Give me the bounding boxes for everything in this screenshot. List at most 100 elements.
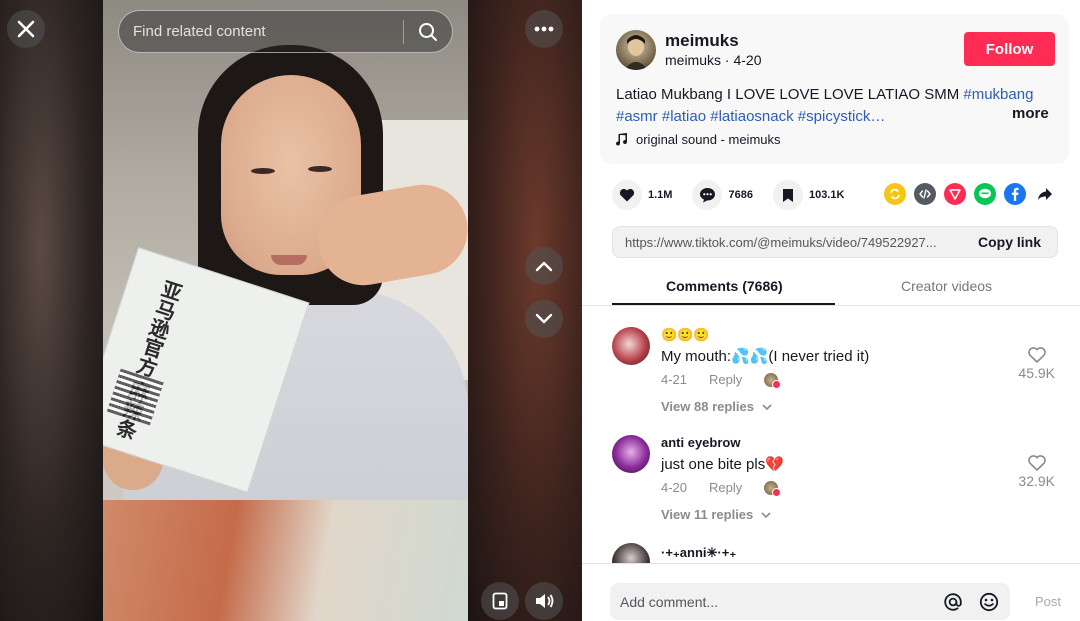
- follow-button[interactable]: Follow: [964, 32, 1055, 66]
- embed-icon[interactable]: [914, 183, 936, 205]
- view-replies-label: View 88 replies: [661, 399, 754, 414]
- search-input[interactable]: Find related content: [133, 23, 403, 40]
- save-button[interactable]: 103.1K: [772, 180, 845, 210]
- avatar-image: [624, 35, 648, 70]
- commenter-avatar[interactable]: [612, 543, 650, 563]
- music-note-icon: [616, 132, 628, 146]
- chevron-up-icon: [535, 261, 553, 272]
- like-count: 1.1M: [648, 189, 673, 201]
- previous-video-button[interactable]: [525, 247, 563, 285]
- facebook-icon[interactable]: [1004, 183, 1026, 205]
- hashtag-link[interactable]: #mukbang: [963, 86, 1033, 103]
- author-username[interactable]: meimuks: [665, 31, 739, 51]
- view-replies-label: View 11 replies: [661, 507, 754, 522]
- post-comment-button[interactable]: Post: [1035, 594, 1061, 609]
- commenter-name[interactable]: anti eyebrow: [661, 435, 740, 450]
- heart-outline-icon: [1027, 347, 1046, 363]
- like-button[interactable]: 1.1M: [612, 180, 672, 210]
- active-tab-indicator: [612, 303, 835, 305]
- video-url[interactable]: https://www.tiktok.com/@meimuks/video/74…: [613, 235, 962, 250]
- sound-link[interactable]: original sound - meimuks: [616, 132, 781, 147]
- heart-outline-icon: [1027, 455, 1046, 471]
- author-avatar[interactable]: [616, 30, 656, 70]
- tab-creator-videos[interactable]: Creator videos: [901, 278, 992, 294]
- at-sign-icon: [944, 592, 962, 611]
- engagement-actions: 1.1M 7686 103.1K: [612, 179, 864, 211]
- video-player[interactable]: 亚马逊官方 麻辣条 Find related content: [0, 0, 582, 621]
- author-handle[interactable]: meimuks: [665, 52, 721, 68]
- comment-meta: 4-21 Reply: [661, 372, 782, 389]
- heart-icon: [612, 180, 642, 210]
- floating-player-button[interactable]: [481, 582, 519, 620]
- comment-item: anti eyebrow just one bite pls💔 4-20 Rep…: [612, 435, 1067, 527]
- mention-button[interactable]: [938, 592, 968, 612]
- video-blur-background-left: [0, 0, 103, 621]
- close-button[interactable]: [7, 10, 45, 48]
- comment-date: 4-20: [661, 480, 688, 495]
- chevron-down-icon: [762, 404, 772, 411]
- reply-button[interactable]: Reply: [709, 372, 742, 387]
- comment-composer: Add comment... Post: [582, 563, 1080, 621]
- hashtag-link[interactable]: #latiao: [662, 108, 706, 125]
- comment-like-button[interactable]: 32.9K: [1018, 455, 1055, 489]
- mouth: [271, 255, 307, 265]
- comment-item: 🙂🙂🙂 My mouth:💦💦(I never tried it) 4-21 R…: [612, 327, 1067, 419]
- line-icon[interactable]: [974, 183, 996, 205]
- comment-input[interactable]: Add comment...: [620, 594, 938, 610]
- creator-liked-avatar: [764, 372, 782, 389]
- comment-input-box[interactable]: Add comment...: [610, 583, 1010, 620]
- video-details-panel: meimuks meimuks · 4-20 Follow Latiao Muk…: [582, 0, 1080, 621]
- search-button[interactable]: [404, 10, 452, 53]
- comment-meta: 4-20 Reply: [661, 480, 782, 497]
- copy-link-button[interactable]: Copy link: [962, 234, 1057, 250]
- comment-item: ·+₊anni✳·+₊: [612, 543, 1067, 563]
- post-date: 4-20: [733, 52, 762, 68]
- related-search-bar[interactable]: Find related content: [118, 10, 453, 53]
- author-subline: meimuks · 4-20: [665, 52, 762, 68]
- comment-date: 4-21: [661, 372, 688, 387]
- video-link-box: https://www.tiktok.com/@meimuks/video/74…: [612, 226, 1058, 258]
- emoji-button[interactable]: [974, 592, 1004, 612]
- more-options-button[interactable]: [525, 10, 563, 48]
- commenter-avatar[interactable]: [612, 435, 650, 473]
- bookmark-icon: [772, 180, 803, 210]
- commenter-name[interactable]: ·+₊anni✳·+₊: [661, 545, 736, 561]
- hashtag-link[interactable]: #asmr: [616, 108, 658, 125]
- volume-button[interactable]: [525, 582, 563, 620]
- next-video-button[interactable]: [525, 300, 563, 338]
- view-replies-button[interactable]: View 88 replies: [661, 399, 772, 414]
- video-blur-background-right: [468, 0, 582, 621]
- hashtag-link[interactable]: #spicystick…: [798, 108, 886, 125]
- comment-text: just one bite pls💔: [661, 456, 784, 473]
- close-icon: [17, 20, 35, 38]
- chevron-down-icon: [761, 512, 771, 519]
- repost-icon[interactable]: [884, 183, 906, 205]
- comment-tabs: Comments (7686) Creator videos: [582, 270, 1080, 306]
- send-icon[interactable]: [944, 183, 966, 205]
- video-caption: Latiao Mukbang I LOVE LOVE LOVE LATIAO S…: [616, 84, 1046, 128]
- video-frame[interactable]: 亚马逊官方 麻辣条: [103, 0, 468, 621]
- comment-like-count: 32.9K: [1018, 473, 1055, 489]
- smiley-icon: [979, 592, 999, 611]
- mini-player-icon: [492, 592, 508, 610]
- commenter-avatar[interactable]: [612, 327, 650, 365]
- caption-more-button[interactable]: more: [1012, 105, 1049, 122]
- comment-count: 7686: [728, 189, 753, 201]
- save-count: 103.1K: [808, 189, 845, 201]
- ellipsis-icon: [534, 26, 554, 32]
- speaker-icon: [536, 594, 554, 608]
- search-icon: [419, 22, 437, 41]
- creator-liked-avatar: [764, 480, 782, 497]
- commenter-name[interactable]: 🙂🙂🙂: [661, 327, 710, 343]
- sound-name[interactable]: original sound - meimuks: [636, 132, 781, 147]
- reply-button[interactable]: Reply: [709, 480, 742, 495]
- view-replies-button[interactable]: View 11 replies: [661, 507, 771, 522]
- tab-comments[interactable]: Comments (7686): [666, 278, 783, 294]
- hashtag-link[interactable]: #latiaosnack: [710, 108, 793, 125]
- comment-like-button[interactable]: 45.9K: [1018, 347, 1055, 381]
- comment-button[interactable]: 7686: [692, 180, 753, 210]
- comment-like-count: 45.9K: [1018, 365, 1055, 381]
- author-info-card: meimuks meimuks · 4-20 Follow Latiao Muk…: [600, 14, 1069, 164]
- chevron-down-icon: [535, 313, 553, 324]
- share-arrow-icon[interactable]: [1034, 183, 1056, 205]
